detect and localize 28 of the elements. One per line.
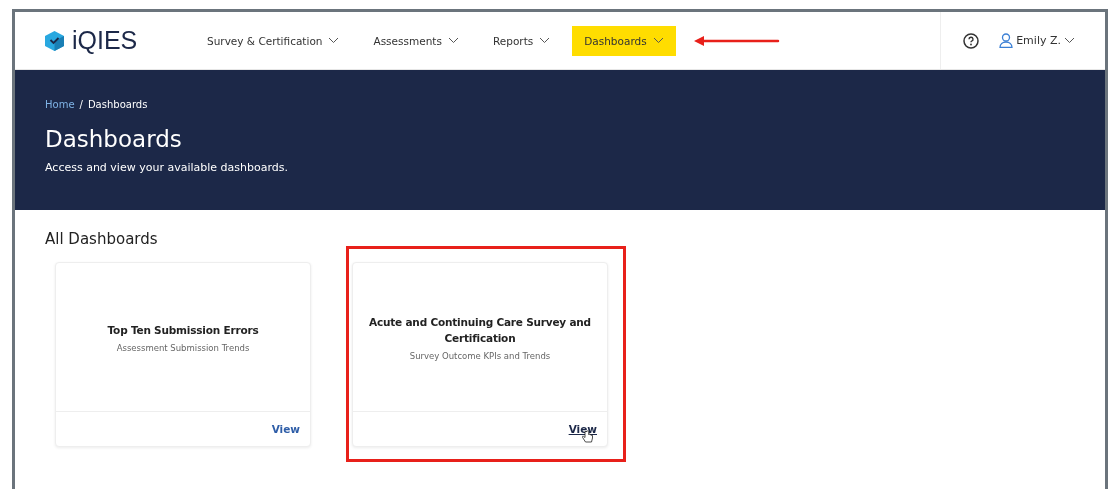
dashboard-card[interactable]: Acute and Continuing Care Survey and Certification Survey Outcome KPIs and Trends View [352,262,608,447]
dashboard-card[interactable]: Top Ten Submission Errors Assessment Submission Trends View [55,262,311,447]
breadcrumb-link[interactable]: Home [45,99,75,110]
user-menu[interactable]: Emily Z. [999,33,1075,48]
card-title: Acute and Continuing Care Survey and Certification [368,314,592,346]
page-title: Dashboards [45,126,183,152]
chevron-down-icon [539,37,551,44]
chevron-down-icon [328,37,340,44]
chevron-down-icon [447,37,459,44]
nav-menu[interactable]: Assessments [361,25,471,56]
section-title: All Dashboards [45,230,159,248]
nav-menu[interactable]: Survey & Certification [195,25,352,56]
view-link[interactable]: View [271,423,300,435]
cube-icon [45,30,64,51]
view-link[interactable]: View [568,423,597,435]
logo-text[interactable]: iQIES [72,26,138,55]
user-icon [999,33,1014,48]
card-subtitle: Assessment Submission Trends [116,342,250,353]
nav-menu[interactable]: Dashboards [572,25,676,56]
chevron-down-icon [1064,37,1075,44]
current-page-label: Dashboards [87,99,148,110]
chevron-down-icon [652,37,664,44]
page-subtitle: Access and view your available dashboards. [45,161,289,174]
help-icon[interactable] [963,32,980,49]
breadcrumb-separator: / [79,99,83,110]
nav-menu[interactable]: Reports [480,25,563,56]
card-title: Top Ten Submission Errors [107,322,259,338]
card-subtitle: Survey Outcome KPIs and Trends [409,350,551,361]
